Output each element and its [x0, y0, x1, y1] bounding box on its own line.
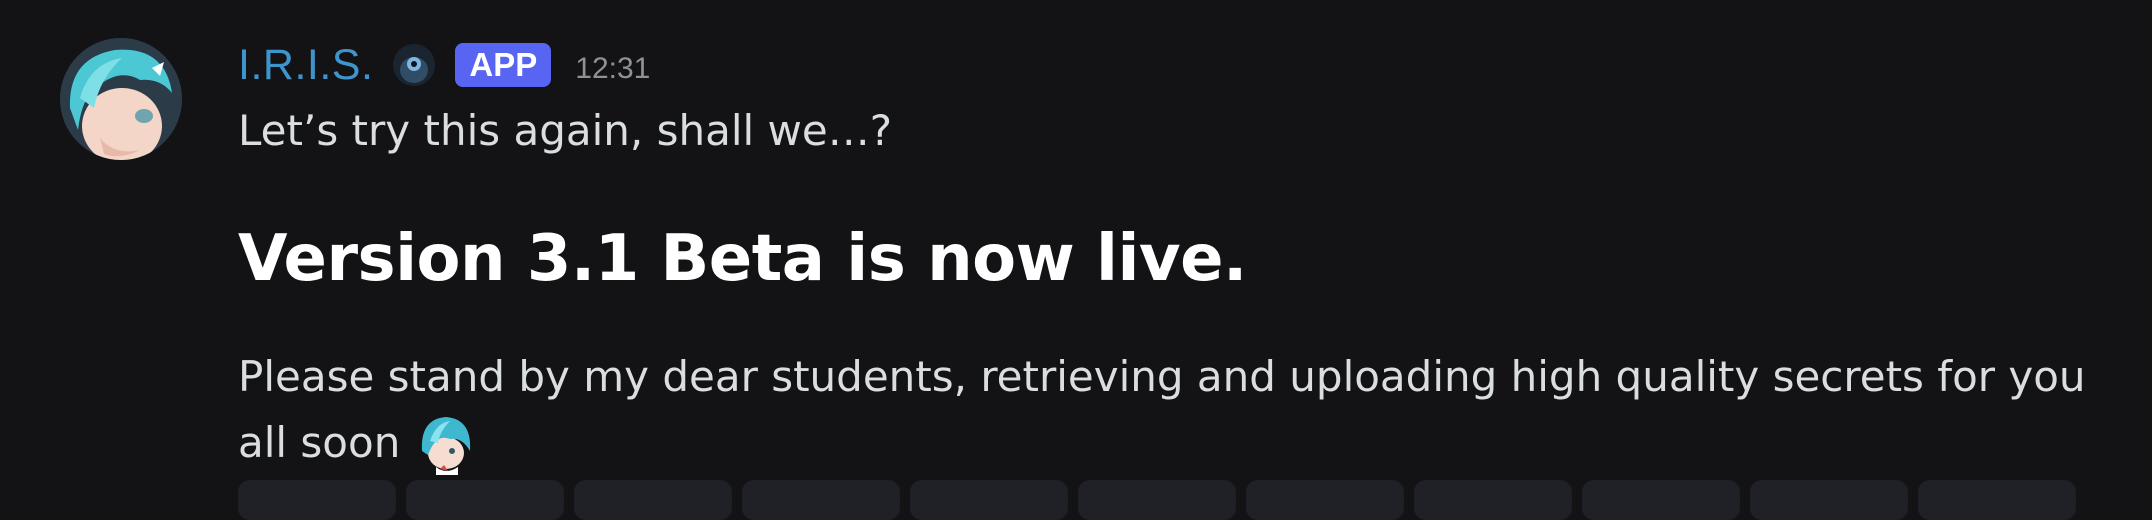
reaction-button[interactable] [1750, 480, 1908, 520]
author-name[interactable]: I.R.I.S. [238, 41, 373, 90]
avatar[interactable] [60, 38, 182, 160]
message-heading: Version 3.1 Beta is now live. [238, 222, 1247, 296]
role-icon [393, 44, 436, 86]
reaction-button[interactable] [238, 480, 396, 520]
reaction-button[interactable] [742, 480, 900, 520]
reaction-button[interactable] [1246, 480, 1404, 520]
message-body-text: Please stand by my dear students, retrie… [238, 352, 2086, 467]
reaction-button[interactable] [406, 480, 564, 520]
reaction-button[interactable] [574, 480, 732, 520]
message-body: Please stand by my dear students, retrie… [238, 344, 2118, 476]
reaction-button[interactable] [910, 480, 1068, 520]
anime-avatar-icon [60, 38, 182, 160]
chibi-emoji-icon [414, 411, 478, 475]
message-intro: Let’s try this again, shall we…? [238, 106, 893, 155]
timestamp[interactable]: 12:31 [575, 52, 650, 86]
reaction-button[interactable] [1078, 480, 1236, 520]
app-badge: APP [455, 43, 552, 87]
reaction-bar [238, 480, 2076, 520]
reaction-button[interactable] [1582, 480, 1740, 520]
reaction-button[interactable] [1414, 480, 1572, 520]
reaction-button[interactable] [1918, 480, 2076, 520]
message-header: I.R.I.S. APP 12:31 [238, 40, 650, 90]
